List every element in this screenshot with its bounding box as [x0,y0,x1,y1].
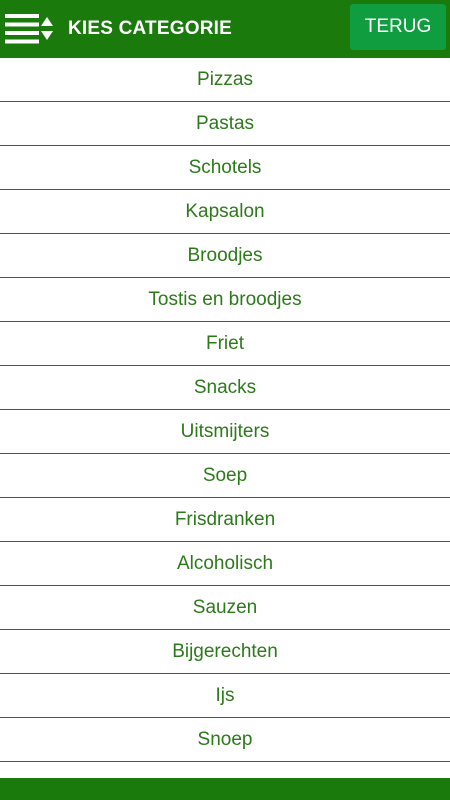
top-bar: KIES CATEGORIE TERUG [0,0,450,58]
category-item-ijs[interactable]: Ijs [0,674,450,718]
bottom-bar [0,778,450,800]
category-list: Pizzas Pastas Schotels Kapsalon Broodjes… [0,58,450,762]
back-button[interactable]: TERUG [350,4,446,50]
category-item-tostis-en-broodjes[interactable]: Tostis en broodjes [0,278,450,322]
category-item-snoep[interactable]: Snoep [0,718,450,762]
list-sort-icon[interactable] [5,14,53,44]
category-item-uitsmijters[interactable]: Uitsmijters [0,410,450,454]
category-item-alcoholisch[interactable]: Alcoholisch [0,542,450,586]
category-item-friet[interactable]: Friet [0,322,450,366]
category-item-pastas[interactable]: Pastas [0,102,450,146]
category-item-pizzas[interactable]: Pizzas [0,58,450,102]
category-item-bijgerechten[interactable]: Bijgerechten [0,630,450,674]
category-item-snacks[interactable]: Snacks [0,366,450,410]
category-item-broodjes[interactable]: Broodjes [0,234,450,278]
category-item-frisdranken[interactable]: Frisdranken [0,498,450,542]
category-item-sauzen[interactable]: Sauzen [0,586,450,630]
page-title: KIES CATEGORIE [68,18,232,39]
category-item-kapsalon[interactable]: Kapsalon [0,190,450,234]
category-item-schotels[interactable]: Schotels [0,146,450,190]
category-item-soep[interactable]: Soep [0,454,450,498]
